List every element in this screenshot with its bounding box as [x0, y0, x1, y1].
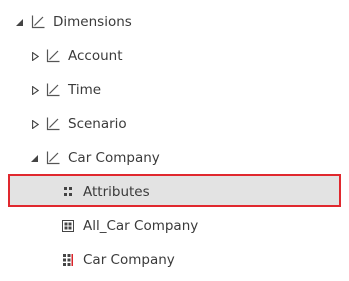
dimension-icon	[46, 83, 60, 97]
tree-node-label: Account	[68, 48, 123, 64]
collapsed-caret-icon[interactable]	[32, 120, 39, 129]
tree-node-label: All_Car Company	[83, 218, 199, 234]
dimension-icon	[46, 49, 60, 63]
hierarchy-icon	[63, 254, 73, 266]
tree-node-label: Car Company	[68, 150, 160, 166]
attributes-icon	[64, 187, 72, 196]
dimension-icon	[46, 117, 60, 131]
collapsed-caret-icon[interactable]	[32, 86, 39, 95]
tree-node-dimensions[interactable]: Dimensions	[0, 6, 349, 38]
dimension-icon	[31, 15, 45, 29]
tree-node-car-company-hierarchy[interactable]: Car Company	[0, 244, 349, 276]
tree-node-scenario[interactable]: Scenario	[0, 108, 349, 140]
tree-node-label: Dimensions	[53, 14, 132, 30]
tree-node-label: Car Company	[83, 252, 175, 268]
grid-icon	[62, 220, 74, 232]
tree-node-label: Time	[68, 82, 102, 98]
tree-node-all-car-company[interactable]: All_Car Company	[0, 210, 349, 242]
expanded-caret-icon[interactable]	[16, 19, 23, 26]
tree-node-car-company[interactable]: Car Company	[0, 142, 349, 174]
tree-node-label: Scenario	[68, 116, 127, 132]
tree-node-account[interactable]: Account	[0, 40, 349, 72]
tree-node-label: Attributes	[83, 184, 150, 200]
tree-node-attributes[interactable]: Attributes	[0, 176, 349, 208]
tree-node-time[interactable]: Time	[0, 74, 349, 106]
dimension-icon	[46, 151, 60, 165]
collapsed-caret-icon[interactable]	[32, 52, 39, 61]
expanded-caret-icon[interactable]	[31, 155, 38, 162]
